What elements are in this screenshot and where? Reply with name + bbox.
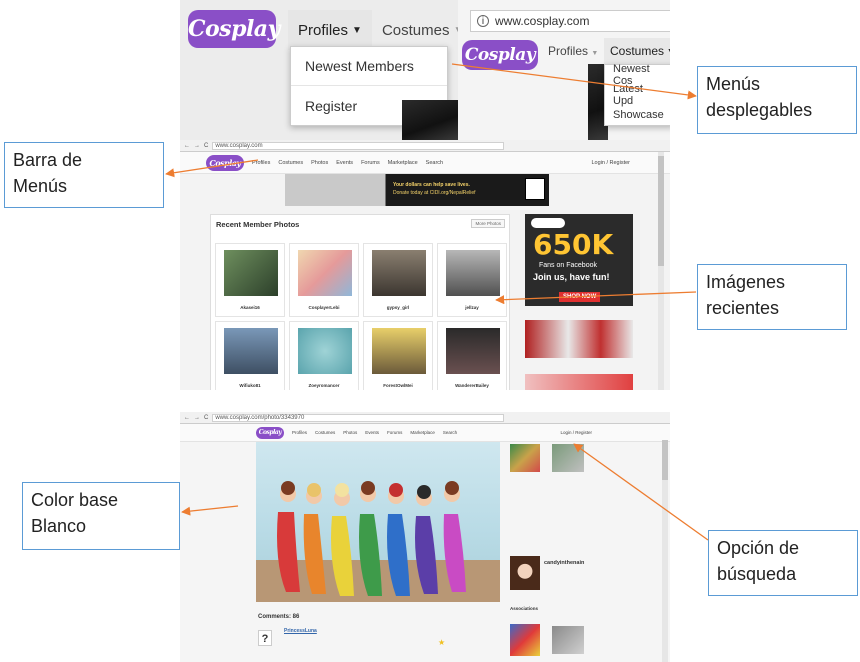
mermaid-group-photo xyxy=(256,481,500,602)
member-thumb[interactable]: Wifiuko81 xyxy=(215,321,285,390)
address-bar[interactable]: www.cosplay.com/photo/3343970 xyxy=(212,413,504,422)
caret-down-icon: ▼ xyxy=(667,48,670,55)
recent-member-photos-panel: Recent Member Photos More Photos Akasei1… xyxy=(210,214,510,390)
cosplay-logo[interactable]: Cosplay xyxy=(256,426,284,439)
member-photo xyxy=(372,250,426,296)
ad-logo xyxy=(531,218,565,228)
unknown-avatar: ? xyxy=(258,630,272,646)
nav-search[interactable]: Search xyxy=(443,430,457,435)
profile-name[interactable]: candyinthenain xyxy=(544,560,584,566)
forward-icon[interactable]: → xyxy=(194,143,200,149)
member-photo xyxy=(224,250,278,296)
browser-toolbar: ← → C www.cosplay.com xyxy=(180,140,670,152)
related-photo[interactable] xyxy=(510,624,540,656)
nav-events[interactable]: Events xyxy=(336,160,353,166)
nav-search[interactable]: Search xyxy=(426,160,443,166)
member-photo xyxy=(298,328,352,374)
menu-item-newest-members[interactable]: Newest Members xyxy=(291,47,447,85)
callout-menu-bar: Barra de Menús xyxy=(4,142,164,208)
panel-title: Recent Member Photos xyxy=(216,220,300,229)
member-thumb[interactable]: WandererBailey xyxy=(437,321,507,390)
nav-marketplace[interactable]: Marketplace xyxy=(388,160,418,166)
nav-forums[interactable]: Forums xyxy=(387,430,402,435)
side-section-label: Associations xyxy=(510,606,539,611)
nav-photos[interactable]: Photos xyxy=(343,430,357,435)
info-icon: i xyxy=(477,15,489,27)
member-thumb[interactable]: Akasei16 xyxy=(215,243,285,317)
address-bar[interactable]: www.cosplay.com xyxy=(212,141,504,150)
shop-now-button[interactable]: SHOP NOW xyxy=(559,292,601,302)
callout-dropdown-menus: Menús desplegables xyxy=(697,66,857,134)
zoomed-menu-bar: Cosplay Profiles ▼ Costumes ▼ Newest Mem… xyxy=(180,0,463,140)
menu-item-showcase[interactable]: Showcase xyxy=(605,105,670,125)
site-menu-bar: Cosplay Profiles Costumes Photos Events … xyxy=(180,424,670,442)
nav-events[interactable]: Events xyxy=(365,430,379,435)
browser-toolbar: ← → C www.cosplay.com/photo/3343970 xyxy=(180,412,670,424)
nav-profiles[interactable]: Profiles xyxy=(292,430,307,435)
nav-forums[interactable]: Forums xyxy=(361,160,380,166)
facebook-ad[interactable]: 650K Fans on Facebook Join us, have fun!… xyxy=(525,214,633,306)
callout-base-color: Color base Blanco xyxy=(22,482,180,550)
nav-profiles[interactable]: Profiles xyxy=(252,160,270,166)
back-icon[interactable]: ← xyxy=(184,415,190,421)
featured-photo[interactable] xyxy=(256,442,500,602)
costumes-dropdown: Newest Cos Latest Upd Showcase xyxy=(604,63,670,126)
cosplay-logo[interactable]: Cosplay xyxy=(206,154,244,171)
reload-icon[interactable]: C xyxy=(204,143,208,149)
reload-icon[interactable]: C xyxy=(204,415,208,421)
member-photo xyxy=(402,100,458,140)
menu-item-latest-updates[interactable]: Latest Upd xyxy=(605,83,670,107)
menu-item-newest-costumes[interactable]: Newest Cos xyxy=(605,63,670,87)
member-thumb[interactable]: Zoeyromancer xyxy=(289,321,359,390)
member-photo xyxy=(298,250,352,296)
member-thumb[interactable]: jellzay xyxy=(437,243,507,317)
callout-recent-images: Imágenes recientes xyxy=(697,264,847,330)
star-icon: ★ xyxy=(438,638,446,647)
related-photo[interactable] xyxy=(510,444,540,472)
comments-title: Comments: 86 xyxy=(258,614,300,620)
member-photo xyxy=(224,328,278,374)
cosplay-logo[interactable]: Cosplay xyxy=(188,10,280,48)
photo-page-screenshot: ← → C www.cosplay.com/photo/3343970 Cosp… xyxy=(180,412,670,662)
profiles-menu[interactable]: Profiles ▼ xyxy=(288,10,372,50)
nav-marketplace[interactable]: Marketplace xyxy=(410,430,435,435)
member-thumb[interactable]: gypsy_girl xyxy=(363,243,433,317)
site-menu-bar: Cosplay Profiles Costumes Photos Events … xyxy=(180,152,670,174)
login-register-link[interactable]: Login / Register xyxy=(560,430,592,435)
member-thumb[interactable]: CosplayerLebi xyxy=(289,243,359,317)
more-photos-button[interactable]: More Photos xyxy=(471,219,505,228)
member-photo xyxy=(372,328,426,374)
home-page-screenshot: ← → C www.cosplay.com Cosplay Profiles C… xyxy=(180,140,670,390)
nav-photos[interactable]: Photos xyxy=(311,160,328,166)
member-photo xyxy=(446,250,500,296)
profile-avatar[interactable] xyxy=(510,556,540,590)
member-photo xyxy=(446,328,500,374)
profiles-menu[interactable]: Profiles ▼ xyxy=(548,44,598,58)
cosplay-logo[interactable]: Cosplay xyxy=(462,40,538,70)
address-bar[interactable]: i www.cosplay.com xyxy=(470,10,670,32)
nav-costumes[interactable]: Costumes xyxy=(278,160,303,166)
comment-author[interactable]: PrincessLuna xyxy=(284,628,317,634)
costume-ad[interactable] xyxy=(525,320,633,358)
back-icon[interactable]: ← xyxy=(184,143,190,149)
login-register-link[interactable]: Login / Register xyxy=(591,160,630,166)
nav-costumes[interactable]: Costumes xyxy=(315,430,335,435)
dropdown-menus-screenshot: Cosplay Profiles ▼ Costumes ▼ Newest Mem… xyxy=(180,0,670,140)
scrollbar[interactable] xyxy=(658,152,664,390)
member-thumb[interactable]: ForestOwlMei xyxy=(363,321,433,390)
caret-down-icon: ▼ xyxy=(591,50,599,57)
costume-ad[interactable] xyxy=(525,374,633,390)
caret-down-icon: ▼ xyxy=(352,24,362,36)
scrollbar[interactable] xyxy=(662,440,668,662)
related-photo[interactable] xyxy=(552,444,584,472)
related-photo[interactable] xyxy=(552,626,584,654)
costumes-menu[interactable]: Costumes ▼ xyxy=(604,38,670,64)
forward-icon[interactable]: → xyxy=(194,415,200,421)
ad-council-logo xyxy=(525,178,545,200)
browser-window-crop: i www.cosplay.com Cosplay Profiles ▼ Cos… xyxy=(458,0,670,140)
donation-banner[interactable]: Your dollars can help save lives. Donate… xyxy=(285,174,549,206)
callout-search-option: Opción de búsqueda xyxy=(708,530,858,596)
